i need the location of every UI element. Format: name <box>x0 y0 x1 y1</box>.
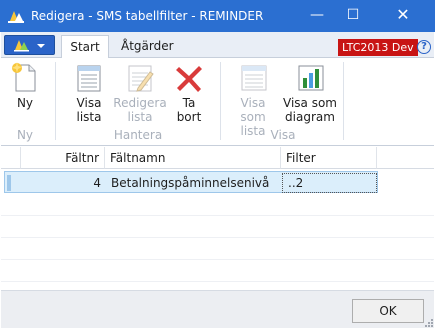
help-icon[interactable]: ? <box>417 40 431 54</box>
show-as-chart-button[interactable]: Visa som diagram <box>281 62 339 124</box>
cell-faltnamn[interactable]: Betalningspåminnelsenivå <box>106 172 282 194</box>
resize-grip-icon[interactable] <box>424 318 433 327</box>
chart-icon <box>298 65 324 91</box>
edit-list-icon <box>128 65 154 92</box>
window-title: Redigera - SMS tabellfilter - REMINDER <box>31 9 264 23</box>
group-label-visa: Visa <box>270 128 296 142</box>
view-list-button[interactable]: Visa lista <box>67 62 111 124</box>
cell-faltnr[interactable]: 4 <box>22 172 106 194</box>
show-as-chart-label-1: Visa som <box>283 96 337 110</box>
show-as-list-icon <box>241 65 267 91</box>
ribbon-separator <box>220 62 221 140</box>
empty-row <box>1 216 434 238</box>
view-list-label-1: Visa <box>76 96 102 110</box>
edit-list-label-2: lista <box>127 110 153 124</box>
new-button-label: Ny <box>16 96 34 110</box>
edit-list-label-1: Redigera <box>113 96 167 110</box>
table-row[interactable]: 4 Betalningspåminnelsenivå ..2 <box>4 171 378 193</box>
app-menu-icon <box>14 40 45 52</box>
edit-list-button[interactable]: Redigera lista <box>113 62 167 124</box>
view-list-icon <box>77 65 101 92</box>
row-selected-marker <box>7 175 11 191</box>
new-button[interactable]: Ny <box>7 62 43 110</box>
title-bar: Redigera - SMS tabellfilter - REMINDER —… <box>0 0 435 32</box>
ribbon: Ny Ny Visa lista Redigera lista Ta bort … <box>1 58 434 146</box>
tab-atgarder[interactable]: Åtgärder <box>113 35 182 58</box>
delete-button[interactable]: Ta bort <box>169 62 209 124</box>
close-button[interactable]: ✕ <box>386 0 420 32</box>
filter-grid: Fältnr Fältnamn Filter 4 Betalningspåmin… <box>1 147 434 289</box>
environment-badge: LTC2013 Dev <box>338 39 418 56</box>
column-header-faltnr[interactable]: Fältnr <box>21 147 105 169</box>
column-header-faltnamn[interactable]: Fältnamn <box>105 147 281 169</box>
ribbon-separator <box>55 62 56 140</box>
empty-row <box>1 194 434 216</box>
show-as-chart-label-2: diagram <box>285 110 335 124</box>
column-header-blank <box>377 147 434 169</box>
delete-icon <box>176 66 202 92</box>
application-menu-button[interactable] <box>4 35 55 55</box>
group-label-hantera: Hantera <box>113 128 163 142</box>
empty-row <box>1 260 434 282</box>
show-as-list-button[interactable]: Visa som lista <box>227 62 279 138</box>
maximize-button[interactable]: ☐ <box>336 0 370 32</box>
group-label-ny: Ny <box>16 128 34 142</box>
show-as-list-label-1: Visa <box>240 96 266 110</box>
ribbon-tab-row: Start Åtgärder LTC2013 Dev ? <box>1 32 434 58</box>
delete-label-2: bort <box>176 110 202 124</box>
new-document-icon <box>12 62 36 92</box>
ok-button[interactable]: OK <box>352 299 424 323</box>
column-header-filter[interactable]: Filter <box>281 147 377 169</box>
dialog-footer: OK <box>1 290 434 328</box>
minimize-button[interactable]: — <box>300 0 334 32</box>
ribbon-separator <box>343 62 344 140</box>
app-icon <box>8 11 24 23</box>
view-list-label-2: lista <box>76 110 102 124</box>
row-header-corner <box>1 147 21 169</box>
cell-filter[interactable]: ..2 <box>282 173 377 193</box>
empty-row <box>1 238 434 260</box>
tab-start[interactable]: Start <box>61 35 109 58</box>
delete-label-1: Ta <box>182 96 196 110</box>
